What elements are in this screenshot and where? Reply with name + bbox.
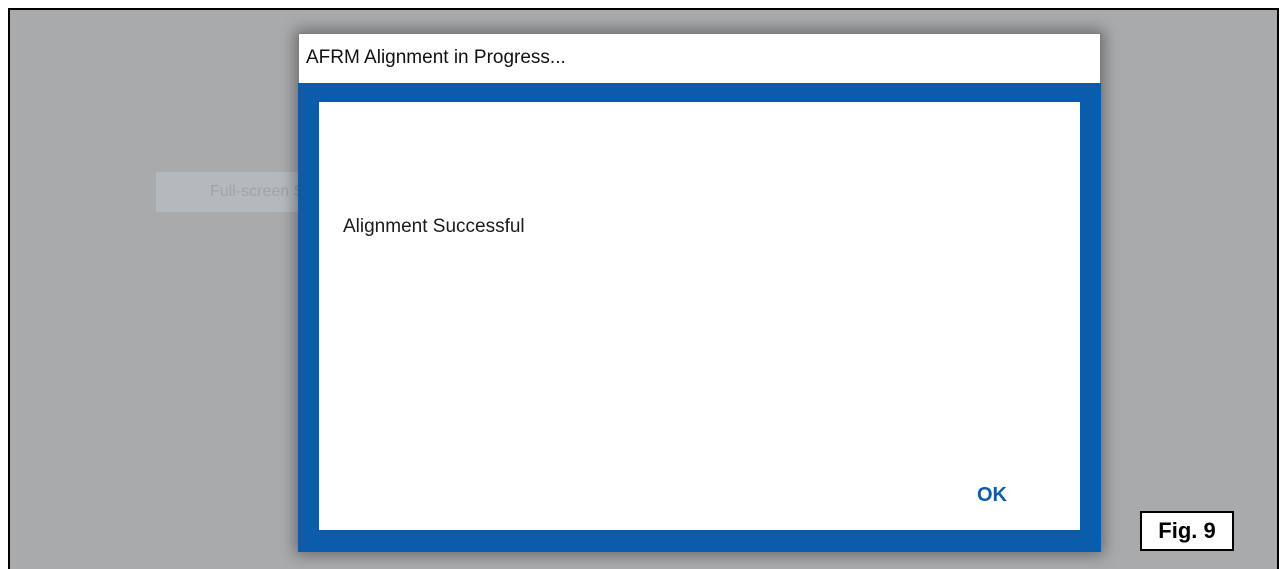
ok-button[interactable]: OK	[977, 484, 1007, 507]
alignment-dialog: AFRM Alignment in Progress... Alignment …	[298, 33, 1101, 552]
status-message: Alignment Successful	[343, 216, 525, 237]
screenshot-frame: Full-screen Snip AFRM Alignment in Progr…	[8, 8, 1279, 569]
dialog-titlebar: AFRM Alignment in Progress...	[298, 33, 1101, 83]
figure-label: Fig. 9	[1140, 511, 1234, 551]
dialog-title: AFRM Alignment in Progress...	[306, 47, 566, 68]
dialog-content: Alignment Successful OK	[319, 102, 1080, 530]
dialog-blue-border: Alignment Successful OK	[298, 83, 1101, 552]
